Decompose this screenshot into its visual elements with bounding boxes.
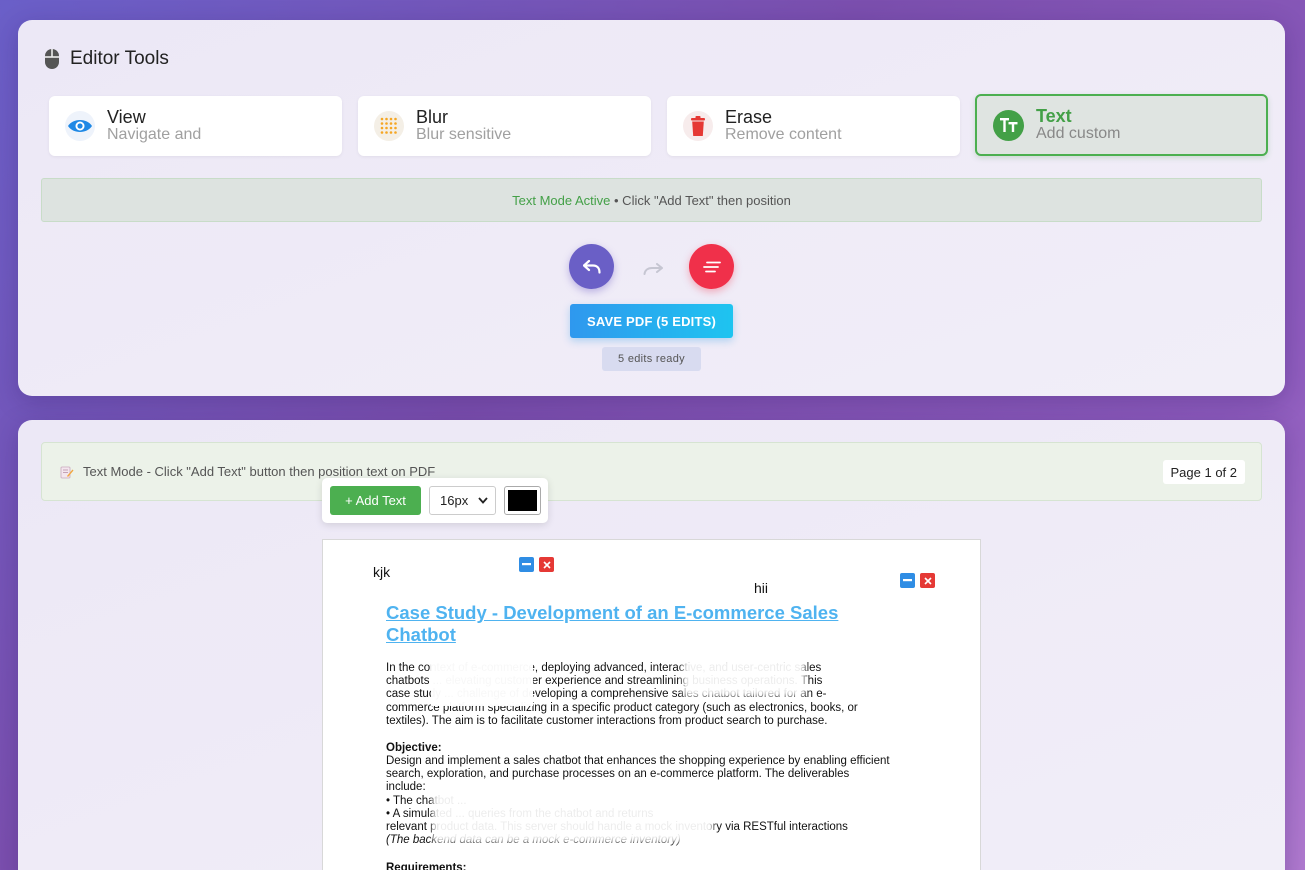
tool-view-desc: Navigate and: [107, 126, 202, 143]
page-indicator: Page 1 of 2: [1162, 460, 1245, 484]
viewer-status-text: Text Mode - Click "Add Text" button then…: [83, 464, 436, 479]
mode-status-highlight: Text Mode Active: [512, 192, 611, 208]
document-title: Case Study - Development of an E-commerc…: [386, 602, 839, 645]
tools-header: Editor Tools: [44, 48, 169, 70]
tool-erase-name: Erase: [725, 107, 773, 127]
color-swatch-fill: [508, 490, 537, 511]
objective-line: Design and implement a sales chatbot tha…: [386, 755, 890, 767]
text-tt-icon: [993, 109, 1024, 141]
tool-erase-desc: Remove content: [725, 126, 842, 143]
redo-button[interactable]: [630, 246, 675, 291]
overlay-minimize-button[interactable]: [519, 557, 534, 572]
blur-region[interactable]: [683, 658, 805, 696]
clear-all-button[interactable]: [689, 244, 734, 289]
overlay-delete-button[interactable]: [920, 573, 935, 588]
objective-line: search, exploration, and purchase proces…: [386, 768, 850, 781]
font-size-select[interactable]: 16px: [429, 486, 496, 515]
save-pdf-button[interactable]: SAVE PDF (5 EDITS): [570, 304, 733, 338]
requirements-heading: Requirements:: [386, 862, 467, 870]
undo-button[interactable]: [569, 244, 614, 289]
text-color-picker[interactable]: [504, 486, 541, 515]
blur-grid-icon: [374, 111, 404, 141]
edits-ready-badge: 5 edits ready: [602, 347, 701, 371]
mouse-icon: [45, 49, 59, 69]
eye-icon: [65, 111, 95, 141]
tool-view-name: View: [107, 107, 146, 127]
tool-view[interactable]: View Navigate and: [49, 96, 342, 156]
tool-blur-name: Blur: [416, 107, 449, 127]
minus-icon: [522, 563, 531, 566]
clear-lines-icon: [702, 261, 721, 272]
add-text-button[interactable]: + Add Text: [330, 486, 421, 515]
mode-status-banner: Text Mode Active • Click "Add Text" then…: [41, 178, 1262, 222]
tool-text-name: Text: [1036, 106, 1072, 126]
tool-blur[interactable]: Blur Blur sensitive: [358, 96, 651, 156]
close-icon: [542, 560, 551, 569]
tools-title: Editor Tools: [70, 48, 169, 69]
editor-tools-panel: Editor Tools View Navigate and Blur Blur…: [18, 20, 1285, 396]
tool-blur-desc: Blur sensitive: [416, 126, 512, 143]
viewer-status-bar: Text Mode - Click "Add Text" button then…: [41, 442, 1262, 501]
overlay-minimize-button[interactable]: [900, 573, 915, 588]
text-overlay-kjk[interactable]: kjk: [373, 564, 390, 580]
redo-icon: [643, 262, 663, 275]
mode-status-hint: • Click "Add Text" then position: [610, 192, 791, 208]
chevron-down-icon: [478, 497, 488, 504]
tool-erase[interactable]: Erase Remove content: [667, 96, 960, 156]
pdf-viewer-panel: Text Mode - Click "Add Text" button then…: [18, 420, 1285, 870]
objective-heading: Objective:: [386, 742, 442, 754]
text-overlay-hii[interactable]: hii: [754, 580, 768, 596]
close-icon: [923, 576, 932, 585]
blur-region[interactable]: [433, 790, 713, 842]
intro-line: textiles). The aim is to facilitate cust…: [386, 714, 828, 727]
tool-text[interactable]: Text Add custom: [975, 94, 1268, 156]
tool-text-desc: Add custom: [1036, 125, 1121, 142]
erase-region[interactable]: [431, 658, 533, 706]
trash-icon: [683, 111, 713, 141]
overlay-delete-button[interactable]: [539, 557, 554, 572]
font-size-value: 16px: [440, 493, 469, 508]
undo-icon: [582, 259, 601, 274]
text-toolbar: + Add Text 16px: [322, 478, 548, 523]
minus-icon: [903, 579, 912, 582]
memo-pencil-icon: [60, 466, 74, 478]
pdf-page[interactable]: kjk hii Case Study - Development of an E…: [322, 539, 981, 870]
